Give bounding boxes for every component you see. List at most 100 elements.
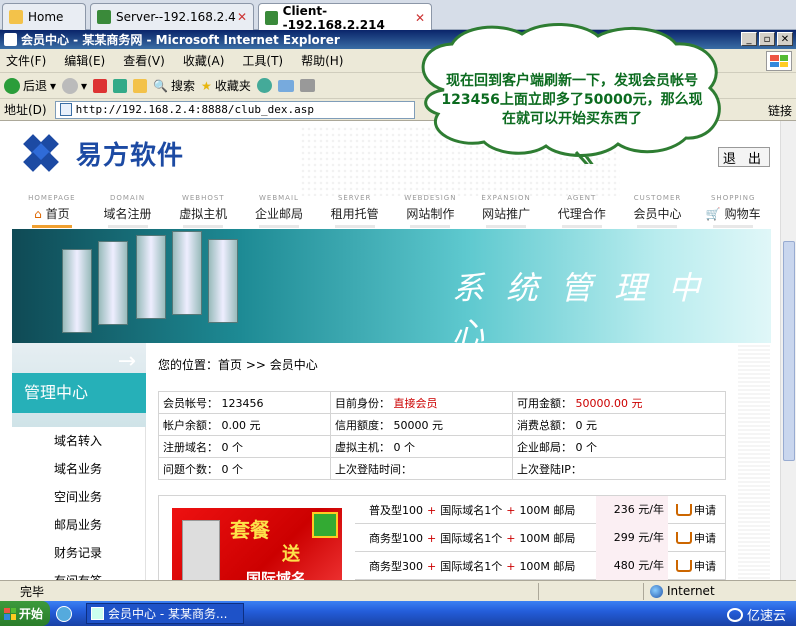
table-cell: 会员帐号： 123456 — [158, 391, 331, 414]
ie-icon — [91, 607, 104, 620]
table-cell: 目前身份： 直接会员 — [330, 391, 513, 414]
tab-label: Server--192.168.2.4 — [116, 10, 236, 24]
table-cell: 企业邮局： 0 个 — [512, 435, 726, 458]
vertical-scrollbar[interactable] — [780, 121, 796, 580]
scrollbar-thumb[interactable] — [783, 241, 795, 461]
print-icon[interactable] — [299, 79, 315, 92]
menu-edit[interactable]: 编辑(E) — [64, 52, 105, 69]
package-row: 商务型300 + 国际域名1个 +100M 邮局 480 元/年 申请 — [355, 551, 725, 580]
computer-icon — [182, 520, 220, 582]
watermark: 亿速云 — [726, 605, 786, 624]
menu-file[interactable]: 文件(F) — [6, 52, 46, 69]
nav-webmail[interactable]: WEBMAIL 企业邮局 — [241, 193, 317, 229]
refresh-icon[interactable] — [113, 78, 128, 93]
window-controls: _ ▫ ✕ — [741, 32, 793, 46]
remote-desktop-icon — [97, 10, 111, 24]
nav-server[interactable]: SERVER 租用托管 — [317, 193, 393, 229]
ie-quicklaunch-icon[interactable] — [56, 605, 72, 622]
server-graphic — [208, 239, 238, 323]
table-cell: 注册域名： 0 个 — [158, 435, 331, 458]
close-icon[interactable]: ✕ — [237, 10, 247, 24]
tab-server[interactable]: Server--192.168.2.4 ✕ — [90, 3, 254, 30]
table-cell: 虚拟主机： 0 个 — [330, 435, 513, 458]
apply-button[interactable]: 申请 — [668, 530, 716, 546]
sidebar-item-domain-transfer[interactable]: 域名转入 — [54, 427, 102, 455]
sidebar-item-space-business[interactable]: 空间业务 — [54, 483, 102, 511]
nav-home[interactable]: HOMEPAGE ⌂ 首页 — [14, 193, 90, 229]
nav-customer[interactable]: CUSTOMER 会员中心 — [620, 193, 696, 229]
back-arrow-icon — [4, 77, 20, 94]
links-button[interactable]: 链接 — [768, 102, 792, 119]
home-icon[interactable] — [133, 78, 148, 93]
mail-icon[interactable] — [277, 79, 294, 92]
table-cell: 消费总额： 0 元 — [512, 413, 726, 436]
status-bar: 完毕 Internet — [0, 580, 796, 601]
member-info-table: 会员帐号： 123456 目前身份： 直接会员 可用金额： 50000.00 元… — [158, 391, 726, 480]
nav-shopping[interactable]: SHOPPING 🛒 购物车 — [695, 193, 771, 229]
windows-logo-icon — [766, 51, 792, 71]
taskbar: 开始 会员中心 - 某某商务... — [0, 601, 796, 626]
table-cell: 上次登陆时间： — [330, 457, 513, 480]
main-nav: HOMEPAGE ⌂ 首页 DOMAIN 域名注册 WEBHOST 虚拟主机 WEBM… — [14, 193, 771, 229]
server-graphic — [172, 231, 202, 315]
nav-domain[interactable]: DOMAIN 域名注册 — [90, 193, 166, 229]
nav-expansion[interactable]: EXPANSION 网站推广 — [468, 193, 544, 229]
server-graphic — [98, 241, 128, 325]
address-input[interactable]: http://192.168.2.4:8888/club_dex.asp — [54, 100, 415, 119]
maximize-button[interactable]: ▫ — [759, 32, 775, 46]
package-price: 236 元/年 — [596, 495, 668, 524]
forward-arrow-icon — [62, 77, 79, 94]
banner: 系统管理中心 — [12, 229, 771, 343]
tab-label: Home — [28, 10, 64, 24]
gift-icon — [312, 512, 338, 538]
site-logo[interactable]: 易方软件 — [22, 133, 184, 173]
tab-home[interactable]: Home — [2, 3, 86, 30]
menu-help[interactable]: 帮助(H) — [301, 52, 343, 69]
history-icon[interactable] — [256, 78, 272, 93]
table-cell: 问题个数： 0 个 — [158, 457, 331, 480]
main-panel: 您的位置：首页 >> 会员中心 会员帐号： 123456 目前身份： 直接会员 … — [150, 343, 738, 588]
favorites-button[interactable]: ★ 收藏夹 — [201, 77, 251, 94]
cart-icon — [676, 531, 692, 544]
package-row: 商务型100 + 国际域名1个 +100M 邮局 299 元/年 申请 — [355, 523, 725, 552]
window-title: 会员中心 - 某某商务网 - Microsoft Internet Explor… — [21, 33, 340, 47]
available-balance: 50000.00 元 — [575, 396, 643, 410]
stop-icon[interactable] — [93, 78, 108, 93]
package-promo-image[interactable]: 套餐 送 国际域名 — [172, 508, 342, 588]
forward-button[interactable]: ▾ — [62, 77, 87, 94]
logo-mark-icon — [22, 133, 70, 173]
page-icon — [59, 103, 72, 116]
member-status: 直接会员 — [393, 396, 438, 410]
close-button[interactable]: ✕ — [777, 32, 793, 46]
sidebar-item-mail-business[interactable]: 邮局业务 — [54, 511, 102, 539]
package-price: 480 元/年 — [596, 551, 668, 580]
nav-webhost[interactable]: WEBHOST 虚拟主机 — [165, 193, 241, 229]
sidebar-item-finance-records[interactable]: 财务记录 — [54, 539, 102, 567]
apply-button[interactable]: 申请 — [668, 558, 716, 574]
security-zone: Internet — [646, 584, 796, 598]
cart-icon: 🛒 — [705, 207, 721, 221]
search-button[interactable]: 🔍 搜索 — [153, 77, 195, 94]
package-row: 普及型100 + 国际域名1个 +100M 邮局 236 元/年 申请 — [355, 495, 725, 524]
server-graphic — [62, 249, 92, 333]
breadcrumb: 您的位置：首页 >> 会员中心 — [158, 358, 318, 372]
nav-webdesign[interactable]: WEBDESIGN 网站制作 — [393, 193, 469, 229]
menu-tools[interactable]: 工具(T) — [242, 52, 283, 69]
apply-button[interactable]: 申请 — [668, 502, 716, 518]
menu-favorites[interactable]: 收藏(A) — [183, 52, 225, 69]
sidebar-item-domain-business[interactable]: 域名业务 — [54, 455, 102, 483]
table-row: 帐户余额： 0.00 元 信用额度： 50000 元 消费总额： 0 元 — [158, 413, 726, 436]
table-cell: 上次登陆IP： — [512, 457, 726, 480]
back-button[interactable]: 后退 ▾ — [4, 77, 56, 94]
minimize-button[interactable]: _ — [741, 32, 757, 46]
menu-view[interactable]: 查看(V) — [123, 52, 165, 69]
globe-icon — [650, 584, 663, 598]
nav-agent[interactable]: AGENT 代理合作 — [544, 193, 620, 229]
arrow-right-icon: → — [117, 349, 136, 374]
sidebar: → 管理中心 域名转入 域名业务 空间业务 邮局业务 财务记录 有问有答 — [12, 343, 146, 588]
address-label: 地址(D) — [4, 103, 47, 117]
start-button[interactable]: 开始 — [0, 601, 50, 626]
taskbar-window-button[interactable]: 会员中心 - 某某商务... — [86, 603, 244, 624]
sidebar-links: 域名转入 域名业务 空间业务 邮局业务 财务记录 有问有答 — [54, 427, 102, 595]
ie-icon — [4, 33, 17, 46]
